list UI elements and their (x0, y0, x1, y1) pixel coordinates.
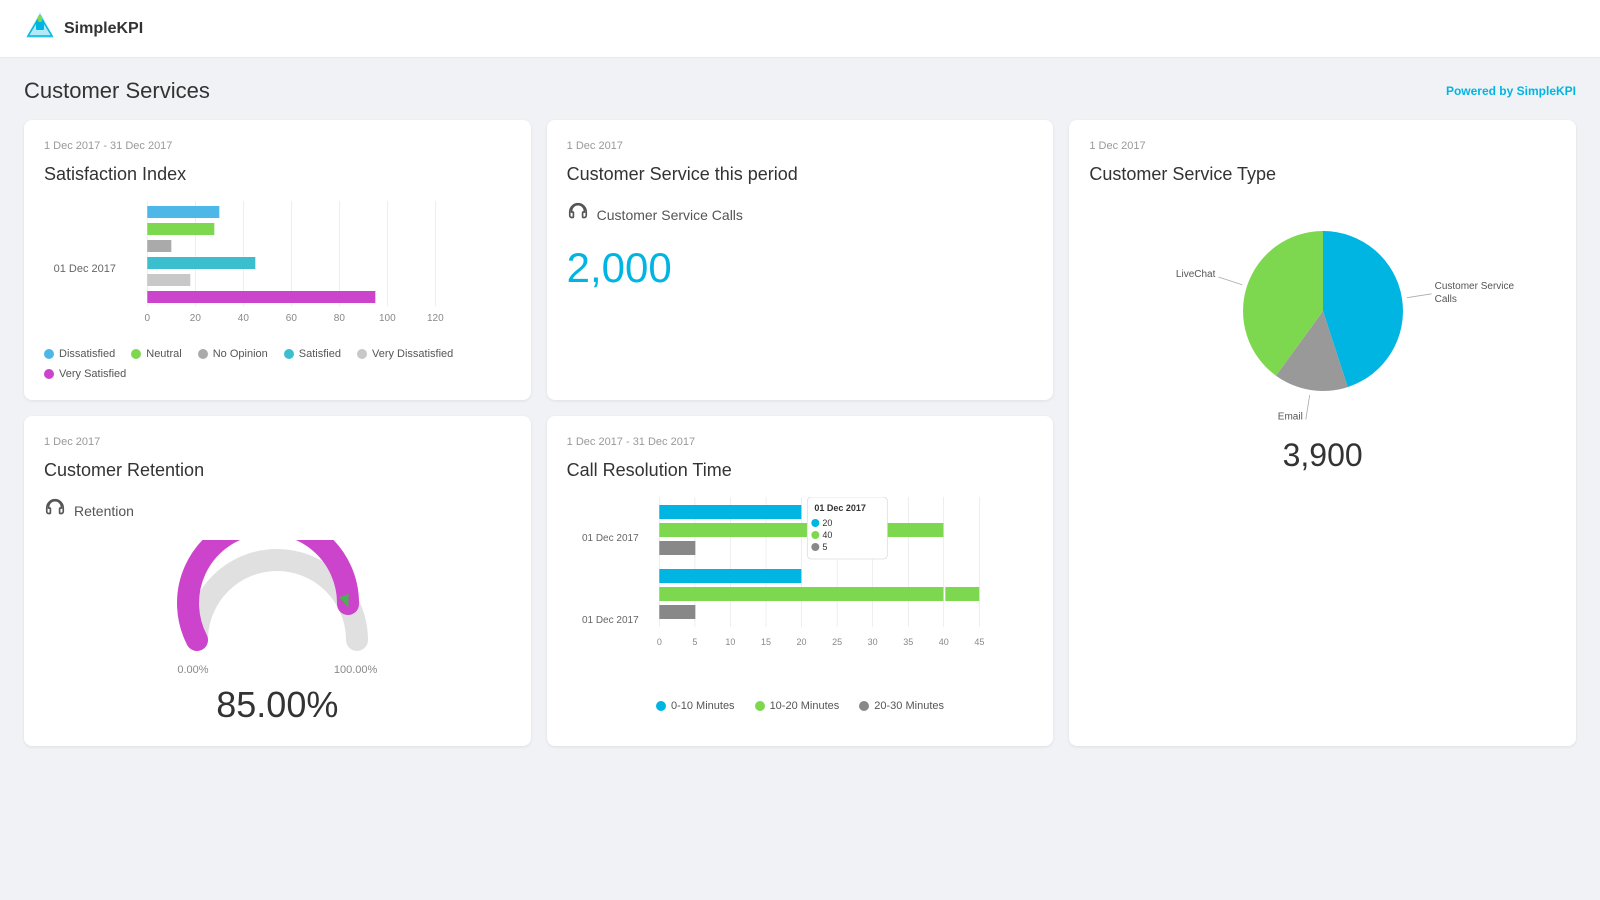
gauge-labels: 0.00% 100.00% (177, 664, 377, 676)
service-period-value: 2,000 (567, 244, 1034, 292)
legend-very-dissatisfied: Very Dissatisfied (357, 348, 453, 360)
service-period-date: 1 Dec 2017 (567, 140, 1034, 152)
legend-dot-20-30 (859, 701, 869, 711)
svg-text:Customer Service: Customer Service (1434, 281, 1514, 292)
gauge-chart (177, 540, 377, 660)
svg-text:25: 25 (832, 637, 842, 647)
gauge-min: 0.00% (177, 664, 208, 676)
service-period-label: Customer Service Calls (597, 207, 743, 223)
legend-very-satisfied: Very Satisfied (44, 368, 126, 380)
resolution-title: Call Resolution Time (567, 460, 1034, 481)
powered-by: Powered by SimpleKPI (1446, 84, 1576, 98)
svg-text:80: 80 (334, 313, 346, 324)
svg-text:LiveChat: LiveChat (1176, 269, 1216, 280)
retention-date: 1 Dec 2017 (44, 436, 511, 448)
satisfaction-date: 1 Dec 2017 - 31 Dec 2017 (44, 140, 511, 152)
service-period-metric-row: Customer Service Calls (567, 201, 1034, 228)
svg-text:5: 5 (822, 542, 827, 552)
service-type-date: 1 Dec 2017 (1089, 140, 1556, 152)
retention-headset-icon (44, 497, 66, 524)
legend-dot-0-10 (656, 701, 666, 711)
svg-text:20: 20 (822, 518, 832, 528)
satisfaction-title: Satisfaction Index (44, 164, 511, 185)
svg-text:40: 40 (238, 313, 250, 324)
svg-text:15: 15 (761, 637, 771, 647)
svg-text:120: 120 (427, 313, 444, 324)
resolution-date: 1 Dec 2017 - 31 Dec 2017 (567, 436, 1034, 448)
legend-dot-very-dissatisfied (357, 349, 367, 359)
legend-dot-10-20 (755, 701, 765, 711)
svg-text:Email: Email (1277, 412, 1302, 423)
page-title: Customer Services (24, 78, 210, 104)
pie-chart: Customer ServiceCallsEmailLiveChat (1173, 201, 1473, 421)
svg-text:40: 40 (822, 530, 832, 540)
svg-text:100: 100 (379, 313, 396, 324)
svg-text:01 Dec 2017: 01 Dec 2017 (814, 503, 866, 513)
legend-no-opinion: No Opinion (198, 348, 268, 360)
legend-dot-neutral (131, 349, 141, 359)
legend-neutral: Neutral (131, 348, 181, 360)
satisfaction-bar-chart: 0 20 40 60 80 100 120 (124, 201, 511, 331)
gauge-value: 85.00% (216, 684, 338, 726)
service-type-total: 3,900 (1089, 437, 1556, 474)
svg-text:0: 0 (656, 637, 661, 647)
resolution-bar-chart: 0 5 10 15 20 25 30 35 40 45 01 Dec 2017 (645, 497, 1034, 687)
svg-text:45: 45 (974, 637, 984, 647)
retention-metric-row: Retention (44, 497, 511, 524)
logo-icon (24, 10, 56, 47)
retention-title: Customer Retention (44, 460, 511, 481)
resolution-chart-area: 0 5 10 15 20 25 30 35 40 45 01 Dec 2017 (645, 497, 1034, 692)
svg-text:30: 30 (867, 637, 877, 647)
page-container: Customer Services Powered by SimpleKPI 1… (0, 58, 1600, 766)
svg-text:0: 0 (145, 313, 151, 324)
svg-text:10: 10 (725, 637, 735, 647)
pie-chart-wrapper: Customer Service Calls Email LiveChat (1089, 201, 1556, 421)
resolution-y-labels: 01 Dec 2017 01 Dec 2017 (567, 497, 645, 692)
legend-satisfied: Satisfied (284, 348, 341, 360)
legend-dot-dissatisfied (44, 349, 54, 359)
satisfaction-legend: Dissatisfied Neutral No Opinion Satisfie… (44, 348, 511, 380)
app-header: SimpleKPI (0, 0, 1600, 58)
svg-text:20: 20 (796, 637, 806, 647)
dashboard-grid: 1 Dec 2017 - 31 Dec 2017 Satisfaction In… (24, 120, 1576, 746)
service-period-title: Customer Service this period (567, 164, 1034, 185)
service-type-title: Customer Service Type (1089, 164, 1556, 185)
page-title-row: Customer Services Powered by SimpleKPI (24, 78, 1576, 104)
resolution-chart-wrapper: 01 Dec 2017 01 Dec 2017 (567, 497, 1034, 692)
legend-dot-satisfied (284, 349, 294, 359)
gauge-max: 100.00% (334, 664, 377, 676)
retention-card: 1 Dec 2017 Customer Retention Retention (24, 416, 531, 746)
gauge-container: 0.00% 100.00% 85.00% (44, 540, 511, 726)
legend-0-10: 0-10 Minutes (656, 700, 735, 712)
legend-dot-very-satisfied (44, 369, 54, 379)
satisfaction-index-card: 1 Dec 2017 - 31 Dec 2017 Satisfaction In… (24, 120, 531, 400)
legend-dot-no-opinion (198, 349, 208, 359)
app-name: SimpleKPI (64, 20, 143, 38)
logo: SimpleKPI (24, 10, 143, 47)
legend-20-30: 20-30 Minutes (859, 700, 944, 712)
svg-text:40: 40 (938, 637, 948, 647)
satisfaction-y-label: 01 Dec 2017 (44, 263, 124, 275)
svg-text:35: 35 (903, 637, 913, 647)
service-period-card: 1 Dec 2017 Customer Service this period … (547, 120, 1054, 400)
headset-icon (567, 201, 589, 228)
service-type-card: 1 Dec 2017 Customer Service Type Custome… (1069, 120, 1576, 746)
resolution-legend: 0-10 Minutes 10-20 Minutes 20-30 Minutes (567, 700, 1034, 712)
svg-text:20: 20 (190, 313, 202, 324)
retention-label: Retention (74, 503, 134, 519)
svg-text:Calls: Calls (1434, 294, 1456, 305)
svg-text:60: 60 (286, 313, 298, 324)
legend-10-20: 10-20 Minutes (755, 700, 840, 712)
legend-dissatisfied: Dissatisfied (44, 348, 115, 360)
svg-text:5: 5 (692, 637, 697, 647)
resolution-card: 1 Dec 2017 - 31 Dec 2017 Call Resolution… (547, 416, 1054, 746)
